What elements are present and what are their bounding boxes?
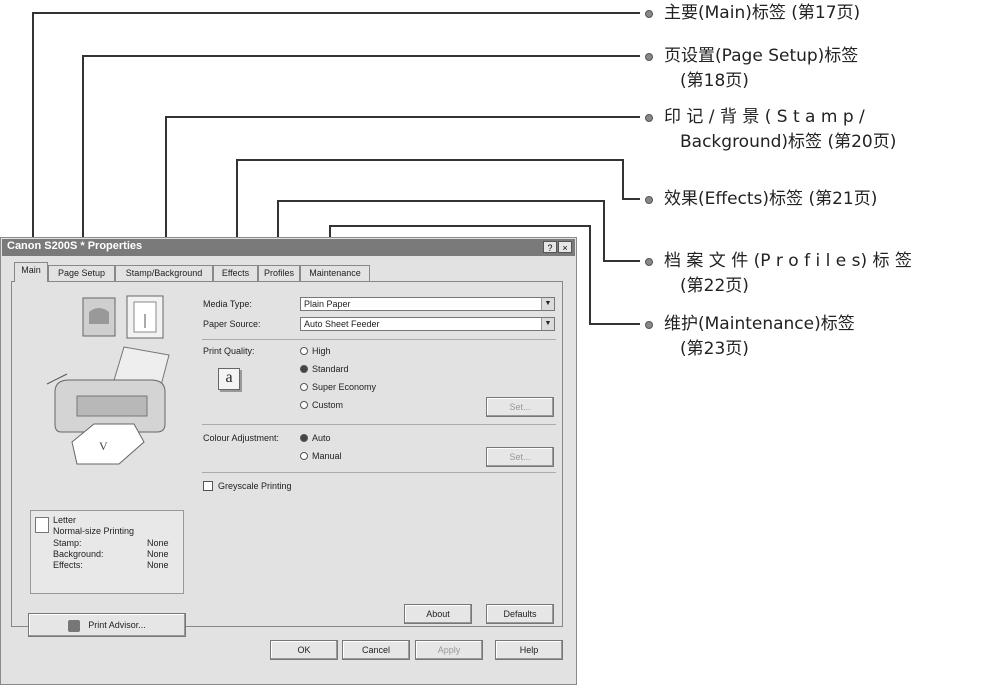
annotation-text: 档 案 文 件 (P r o f i l e s) 标 签 bbox=[664, 251, 912, 271]
quality-set-button[interactable]: Set... bbox=[486, 397, 554, 417]
quality-standard-radio[interactable]: Standard bbox=[300, 364, 349, 374]
radio-icon bbox=[300, 382, 308, 391]
checkbox-label: Greyscale Printing bbox=[218, 481, 292, 491]
main-tab-panel: V Letter Normal-size Printing Stamp: Non… bbox=[11, 281, 563, 637]
tab-maintenance[interactable]: Maintenance bbox=[300, 265, 370, 281]
summary-effects-value: None bbox=[147, 560, 169, 570]
radio-label: Manual bbox=[312, 451, 342, 461]
properties-dialog: Canon S200S * Properties ? × Main Page S… bbox=[0, 237, 577, 685]
checkbox-icon bbox=[203, 480, 213, 491]
annotation-text-2: (第23页) bbox=[680, 339, 749, 359]
quality-custom-radio[interactable]: Custom bbox=[300, 400, 343, 410]
colour-auto-radio[interactable]: Auto bbox=[300, 433, 331, 443]
bullet-icon bbox=[645, 10, 653, 18]
radio-selected-icon bbox=[300, 364, 308, 373]
close-title-button[interactable]: × bbox=[558, 241, 572, 253]
media-type-label: Media Type: bbox=[203, 299, 252, 309]
printer-illustration: V bbox=[46, 295, 170, 465]
radio-icon bbox=[300, 400, 308, 409]
annotation-text: 效果(Effects)标签 (第21页) bbox=[664, 189, 878, 209]
help-button[interactable]: Help bbox=[495, 640, 563, 660]
greyscale-checkbox[interactable]: Greyscale Printing bbox=[203, 480, 292, 492]
ok-button[interactable]: OK bbox=[270, 640, 338, 660]
radio-label: Standard bbox=[312, 364, 349, 374]
annotation-text: 页设置(Page Setup)标签 bbox=[664, 46, 859, 66]
media-icon-detail bbox=[89, 308, 109, 324]
print-advisor-button[interactable]: Print Advisor... bbox=[28, 613, 186, 637]
radio-label: Custom bbox=[312, 400, 344, 410]
divider bbox=[202, 339, 556, 340]
colour-set-button[interactable]: Set... bbox=[486, 447, 554, 467]
chevron-down-icon[interactable]: ▼ bbox=[541, 318, 554, 330]
divider bbox=[202, 472, 556, 473]
paper-source-label: Paper Source: bbox=[203, 319, 261, 329]
bullet-icon bbox=[645, 196, 653, 204]
bullet-icon bbox=[645, 321, 653, 329]
quality-super-economy-radio[interactable]: Super Economy bbox=[300, 382, 376, 392]
media-type-select[interactable]: Plain Paper ▼ bbox=[300, 297, 555, 311]
bullet-icon bbox=[645, 258, 653, 266]
annotation-text-2: (第22页) bbox=[680, 276, 749, 296]
defaults-button[interactable]: Defaults bbox=[486, 604, 554, 624]
quality-preview-icon: a bbox=[218, 368, 240, 390]
annotation-text: 主要(Main)标签 (第17页) bbox=[664, 3, 861, 23]
tab-main[interactable]: Main bbox=[14, 262, 48, 282]
tab-stamp-background[interactable]: Stamp/Background bbox=[115, 265, 213, 281]
cancel-button[interactable]: Cancel bbox=[342, 640, 410, 660]
tab-strip: Main Page Setup Stamp/Background Effects… bbox=[1, 261, 576, 282]
annotation-text-2: Background)标签 (第20页) bbox=[680, 132, 897, 152]
summary-stamp-label: Stamp: bbox=[53, 538, 82, 548]
colour-adjustment-label: Colour Adjustment: bbox=[203, 433, 280, 443]
bullet-icon bbox=[645, 53, 653, 61]
radio-selected-icon bbox=[300, 433, 308, 442]
print-quality-label: Print Quality: bbox=[203, 346, 255, 356]
media-type-value: Plain Paper bbox=[304, 299, 351, 309]
window-title: Canon S200S * Properties bbox=[7, 240, 143, 252]
tab-page-setup[interactable]: Page Setup bbox=[48, 265, 115, 281]
apply-button[interactable]: Apply bbox=[415, 640, 483, 660]
bullet-icon bbox=[645, 114, 653, 122]
radio-icon bbox=[300, 451, 308, 460]
radio-label: High bbox=[312, 346, 331, 356]
paper-source-select[interactable]: Auto Sheet Feeder ▼ bbox=[300, 317, 555, 331]
annotation-text-2: (第18页) bbox=[680, 71, 749, 91]
summary-stamp-value: None bbox=[147, 538, 169, 548]
callout-line-main bbox=[32, 12, 640, 262]
divider bbox=[202, 424, 556, 425]
title-bar: Canon S200S * Properties ? × bbox=[2, 239, 575, 256]
summary-background-value: None bbox=[147, 549, 169, 559]
summary-effects-label: Effects: bbox=[53, 560, 83, 570]
print-advisor-label: Print Advisor... bbox=[88, 620, 146, 630]
advisor-icon bbox=[68, 619, 81, 632]
settings-summary-box: Letter Normal-size Printing Stamp: None … bbox=[30, 510, 184, 594]
paper-source-value: Auto Sheet Feeder bbox=[304, 319, 380, 329]
tab-profiles[interactable]: Profiles bbox=[258, 265, 300, 281]
paper-icon bbox=[35, 517, 49, 533]
radio-label: Super Economy bbox=[312, 382, 377, 392]
summary-mode: Normal-size Printing bbox=[53, 526, 135, 536]
help-title-button[interactable]: ? bbox=[543, 241, 557, 253]
chevron-down-icon[interactable]: ▼ bbox=[541, 298, 554, 310]
annotation-text: 维护(Maintenance)标签 bbox=[664, 314, 855, 334]
radio-label: Auto bbox=[312, 433, 331, 443]
quality-high-radio[interactable]: High bbox=[300, 346, 331, 356]
colour-manual-radio[interactable]: Manual bbox=[300, 451, 342, 461]
tab-effects[interactable]: Effects bbox=[213, 265, 258, 281]
about-button[interactable]: About bbox=[404, 604, 472, 624]
summary-paper: Letter bbox=[53, 515, 77, 525]
radio-icon bbox=[300, 346, 308, 355]
summary-background-label: Background: bbox=[53, 549, 104, 559]
annotation-text: 印 记 / 背 景 ( S t a m p / bbox=[664, 107, 865, 127]
svg-text:V: V bbox=[99, 439, 108, 453]
